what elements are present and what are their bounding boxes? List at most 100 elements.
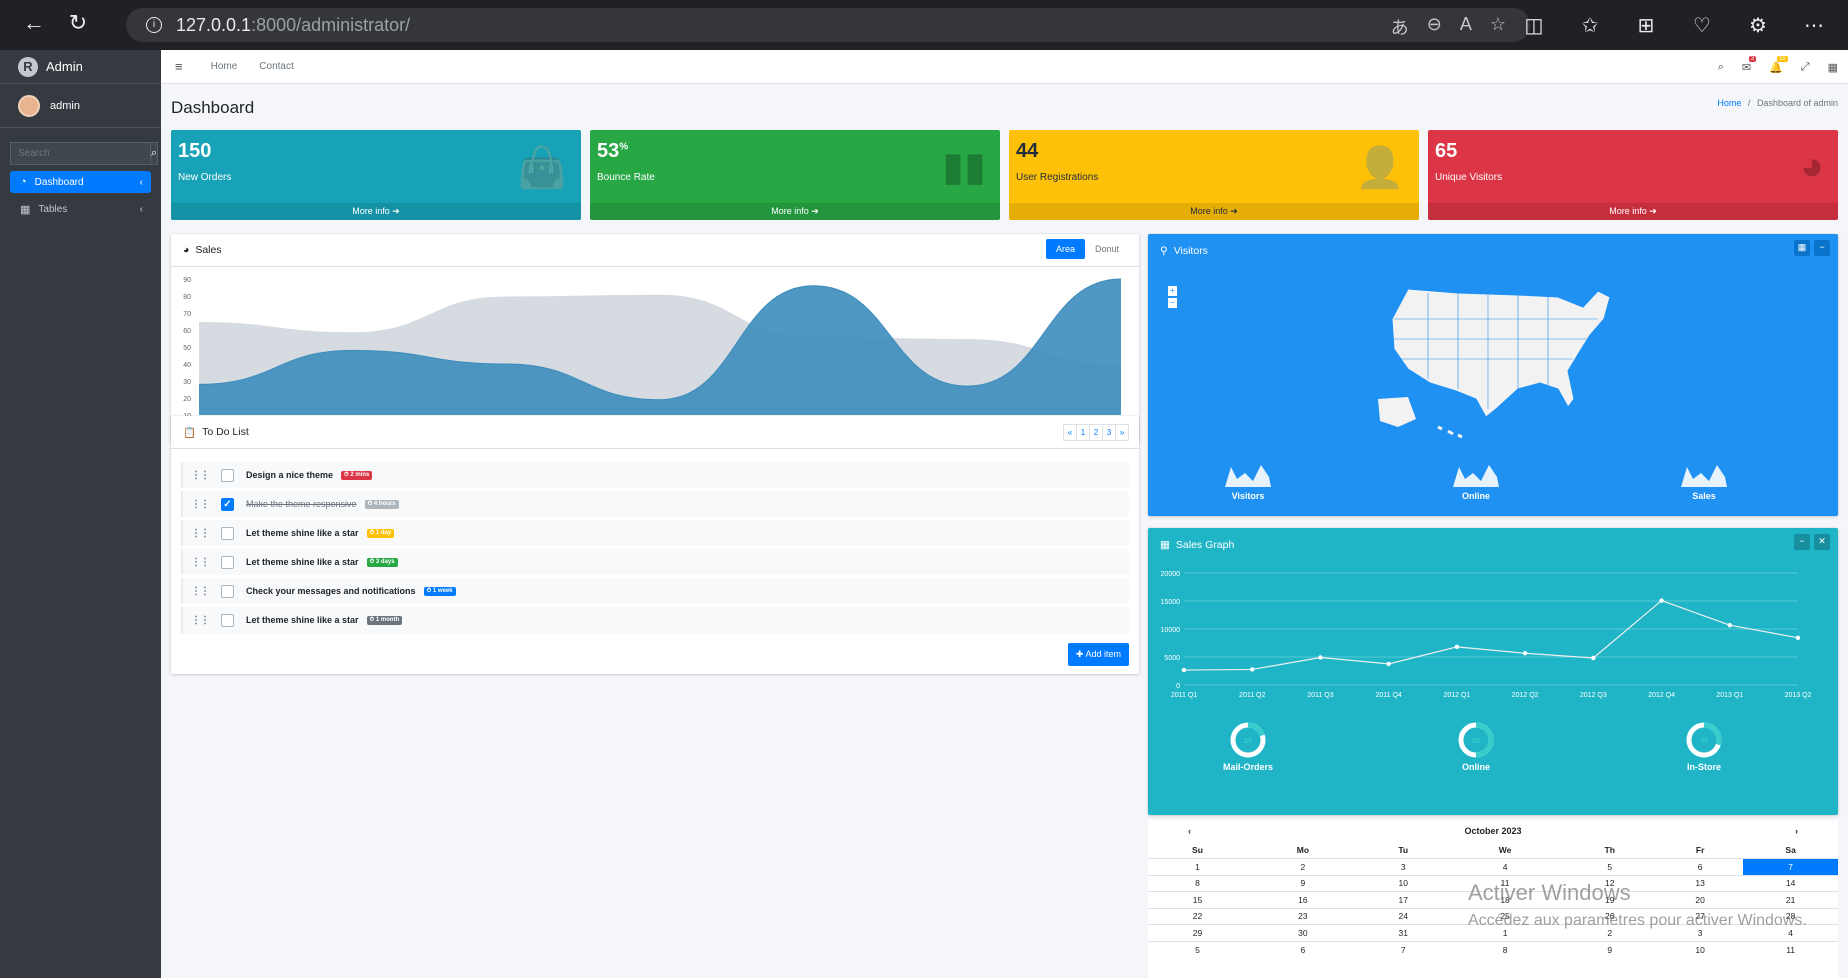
messages-icon[interactable]: ✉ 3 xyxy=(1742,55,1757,74)
drag-handle-icon[interactable]: ⋮⋮ xyxy=(191,557,210,568)
more-info-link[interactable]: More info ➔ xyxy=(171,203,581,220)
calendar-day[interactable]: 17 xyxy=(1358,891,1448,908)
chevron-right-icon[interactable]: › xyxy=(1795,826,1798,836)
calendar-day[interactable]: 21 xyxy=(1743,891,1838,908)
calendar-day[interactable]: 1 xyxy=(1148,858,1247,875)
back-icon[interactable]: ← xyxy=(12,10,56,36)
drag-handle-icon[interactable]: ⋮⋮ xyxy=(191,499,210,510)
hamburger-menu-icon[interactable]: ≡ xyxy=(175,59,183,74)
chevron-left-icon[interactable]: ‹ xyxy=(1188,826,1191,836)
user-name[interactable]: admin xyxy=(50,100,80,112)
todo-item[interactable]: ⋮⋮ Design a nice theme ⏱ 2 mins xyxy=(181,462,1129,488)
nav-home-link[interactable]: Home xyxy=(211,61,238,72)
search-icon[interactable]: ⌕ xyxy=(151,142,159,165)
calendar-day[interactable]: 7 xyxy=(1358,940,1448,958)
navbar-search-icon[interactable]: ⌕ xyxy=(1718,61,1724,74)
calendar-day[interactable]: 29 xyxy=(1148,924,1247,941)
drag-handle-icon[interactable]: ⋮⋮ xyxy=(191,586,210,597)
favorite-star-icon[interactable]: ☆ xyxy=(1490,14,1506,40)
calendar-day[interactable]: 10 xyxy=(1358,874,1448,892)
translate-icon[interactable]: あ xyxy=(1391,14,1409,40)
page-2[interactable]: 2 xyxy=(1089,424,1103,441)
calendar-month[interactable]: October 2023 xyxy=(1464,826,1521,836)
map-zoom-in[interactable]: + xyxy=(1168,286,1177,296)
drag-handle-icon[interactable]: ⋮⋮ xyxy=(191,470,210,481)
nav-contact-link[interactable]: Contact xyxy=(259,61,293,72)
calendar-day[interactable]: 11 xyxy=(1743,940,1838,958)
calendar-day[interactable]: 4 xyxy=(1447,858,1563,875)
calendar-day[interactable]: 30 xyxy=(1246,924,1359,941)
todo-item[interactable]: ⋮⋮ Check your messages and notifications ⏱… xyxy=(181,578,1129,604)
calendar-day[interactable]: 20 xyxy=(1657,891,1744,908)
calendar-day[interactable]: 13 xyxy=(1657,874,1744,892)
collapse-icon[interactable]: − xyxy=(1794,534,1810,550)
fullscreen-icon[interactable]: ⤢ xyxy=(1801,61,1810,74)
calendar-day[interactable]: 2 xyxy=(1246,858,1359,875)
calendar-day[interactable]: 16 xyxy=(1246,891,1359,908)
sidebar-item-tables[interactable]: ▦ Tables ‹ xyxy=(10,198,151,220)
calendar-day[interactable]: 8 xyxy=(1447,940,1563,958)
calendar-day[interactable]: 5 xyxy=(1148,940,1247,958)
browser-essentials-icon[interactable]: ♡ xyxy=(1678,13,1726,38)
todo-item[interactable]: ⋮⋮ Let theme shine like a star ⏱ 1 day xyxy=(181,520,1129,546)
todo-checkbox[interactable] xyxy=(221,555,234,569)
close-icon[interactable]: ✕ xyxy=(1814,534,1830,550)
url-text[interactable]: 127.0.0.1:8000/administrator/ xyxy=(176,15,410,36)
zoom-out-icon[interactable]: ⊖ xyxy=(1427,14,1442,40)
add-item-button[interactable]: ✚ Add item xyxy=(1067,643,1129,666)
calendar-day[interactable]: 24 xyxy=(1358,907,1448,925)
todo-checkbox[interactable] xyxy=(221,526,234,540)
calendar-day[interactable]: 10 xyxy=(1657,940,1744,958)
sidebar-search-input[interactable] xyxy=(10,142,151,165)
tab-donut[interactable]: Donut xyxy=(1085,239,1129,259)
page-prev[interactable]: « xyxy=(1063,424,1077,441)
todo-checkbox[interactable] xyxy=(221,584,234,598)
more-info-link[interactable]: More info ➔ xyxy=(590,203,1000,220)
more-info-link[interactable]: More info ➔ xyxy=(1428,203,1838,220)
extensions-icon[interactable]: ⚙ xyxy=(1734,13,1782,38)
page-3[interactable]: 3 xyxy=(1102,424,1116,441)
calendar-day[interactable]: 14 xyxy=(1743,874,1838,892)
info-icon[interactable]: i xyxy=(146,17,162,33)
more-menu-icon[interactable]: ⋯ xyxy=(1790,13,1838,38)
todo-item[interactable]: ⋮⋮ ✓ Make the theme responsive ⏱ 4 hours xyxy=(181,491,1129,517)
map-zoom-out[interactable]: − xyxy=(1168,298,1177,308)
tab-area[interactable]: Area xyxy=(1045,239,1085,259)
sidebar-item-dashboard[interactable]: ◔ Dashboard ‹ xyxy=(10,171,151,193)
collections-icon[interactable]: ⊞ xyxy=(1622,13,1670,38)
drag-handle-icon[interactable]: ⋮⋮ xyxy=(191,528,210,539)
calendar-day[interactable]: 31 xyxy=(1358,924,1448,941)
calendar-icon[interactable]: ▦ xyxy=(1794,240,1810,256)
calendar-day[interactable]: 15 xyxy=(1148,891,1247,908)
notifications-icon[interactable]: 🔔 15 xyxy=(1769,55,1788,74)
todo-checkbox[interactable] xyxy=(221,468,234,482)
brand-link[interactable]: R Admin xyxy=(0,50,161,84)
calendar-day[interactable]: 6 xyxy=(1246,940,1359,958)
calendar-day[interactable]: 9 xyxy=(1246,874,1359,892)
calendar-day[interactable]: 7 xyxy=(1743,858,1838,875)
reload-icon[interactable]: ↻ xyxy=(56,10,100,36)
page-1[interactable]: 1 xyxy=(1076,424,1090,441)
breadcrumb-home[interactable]: Home xyxy=(1717,98,1741,108)
calendar-day[interactable]: 5 xyxy=(1562,858,1658,875)
calendar-day[interactable]: 22 xyxy=(1148,907,1247,925)
collapse-icon[interactable]: − xyxy=(1814,240,1830,256)
todo-item[interactable]: ⋮⋮ Let theme shine like a star ⏱ 1 month xyxy=(181,607,1129,633)
page-next[interactable]: » xyxy=(1115,424,1129,441)
todo-item[interactable]: ⋮⋮ Let theme shine like a star ⏱ 3 days xyxy=(181,549,1129,575)
calendar-day[interactable]: 8 xyxy=(1148,874,1247,892)
control-sidebar-icon[interactable]: ▦ xyxy=(1828,61,1838,74)
split-screen-icon[interactable]: ◫ xyxy=(1510,13,1558,38)
calendar-day[interactable]: 6 xyxy=(1657,858,1744,875)
todo-checkbox[interactable] xyxy=(221,613,234,627)
calendar-day[interactable]: 3 xyxy=(1358,858,1448,875)
user-panel[interactable]: admin xyxy=(0,84,161,128)
address-bar[interactable]: i 127.0.0.1:8000/administrator/ あ ⊖ A ☆ xyxy=(126,8,1530,42)
favorites-icon[interactable]: ✩ xyxy=(1566,13,1614,38)
todo-checkbox[interactable]: ✓ xyxy=(221,497,234,511)
more-info-link[interactable]: More info ➔ xyxy=(1009,203,1419,220)
drag-handle-icon[interactable]: ⋮⋮ xyxy=(191,615,210,626)
calendar-day[interactable]: 23 xyxy=(1246,907,1359,925)
calendar-day[interactable]: 9 xyxy=(1562,940,1658,958)
usa-map[interactable] xyxy=(1368,279,1628,449)
